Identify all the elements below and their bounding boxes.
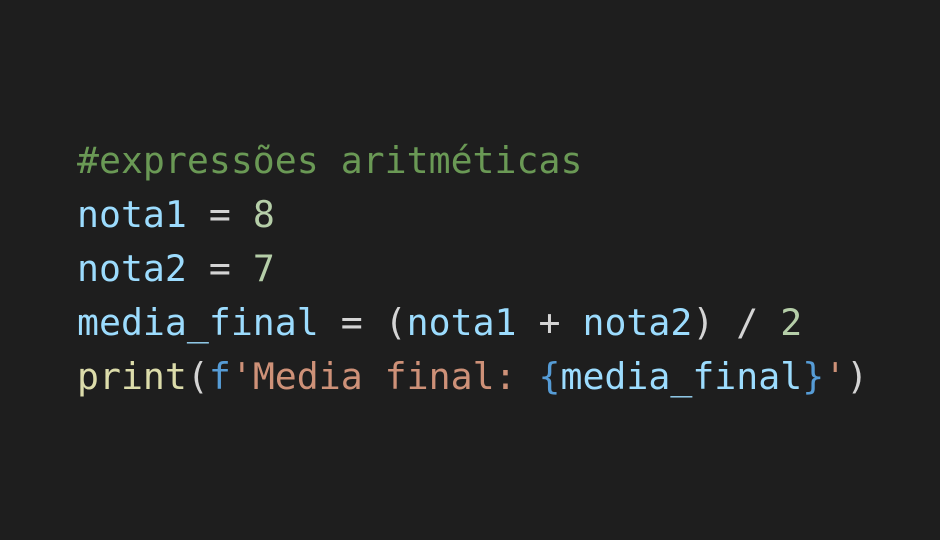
variable-nota2-ref: nota2 (582, 301, 693, 344)
variable-nota1: nota1 (77, 193, 187, 236)
code-line-nota2: nota2 = 7 (77, 242, 868, 296)
variable-nota2: nota2 (77, 247, 187, 290)
variable-media-final-ref: media_final (560, 355, 803, 398)
close-paren: ) (692, 301, 715, 344)
open-paren: ( (186, 355, 209, 398)
function-print: print (77, 355, 187, 398)
number-literal: 2 (780, 301, 803, 344)
code-line-nota1: nota1 = 8 (77, 188, 868, 242)
code-block: #expressões aritméticas nota1 = 8 nota2 = … (77, 134, 868, 404)
open-brace: { (538, 355, 561, 398)
assignment-operator: = (186, 193, 253, 236)
plus-operator: + (516, 301, 583, 344)
number-literal: 7 (252, 247, 275, 290)
close-paren: ) (846, 355, 869, 398)
divide-operator: / (714, 301, 781, 344)
code-line-media-final: media_final = (nota1 + nota2) / 2 (77, 296, 868, 350)
code-line-print: print(f'Media final: {media_final}') (77, 350, 868, 404)
open-paren: ( (384, 301, 407, 344)
close-brace: } (802, 355, 825, 398)
fstring-prefix: f (208, 355, 231, 398)
variable-nota1-ref: nota1 (406, 301, 517, 344)
assignment-operator: = (186, 247, 253, 290)
string-literal-start: 'Media final: (230, 355, 539, 398)
variable-media-final: media_final (77, 301, 319, 344)
string-literal-end: ' (824, 355, 847, 398)
code-line-comment: #expressões aritméticas (77, 134, 868, 188)
comment-text: #expressões aritméticas (77, 139, 583, 182)
assignment-operator: = (318, 301, 385, 344)
code-editor-view: #expressões aritméticas nota1 = 8 nota2 = … (0, 0, 940, 540)
number-literal: 8 (252, 193, 275, 236)
